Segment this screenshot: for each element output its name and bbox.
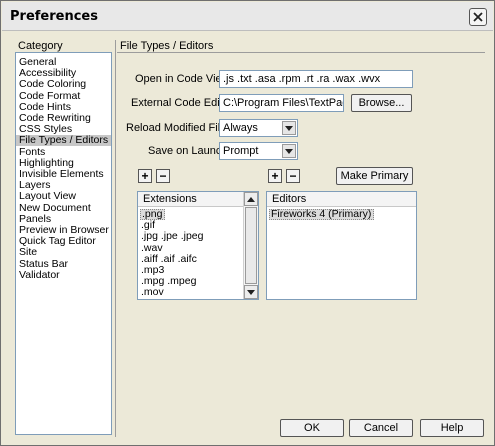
- category-item[interactable]: New Document: [16, 202, 111, 214]
- remove-extension-button[interactable]: −: [156, 169, 170, 183]
- reload-modified-files-select[interactable]: Always: [219, 119, 298, 137]
- category-item[interactable]: Fonts: [16, 146, 111, 158]
- category-item[interactable]: Code Coloring: [16, 79, 111, 90]
- help-button[interactable]: Help: [420, 419, 484, 437]
- chevron-down-icon: [247, 289, 255, 295]
- open-in-code-view-label: Open in Code View:: [135, 73, 233, 85]
- editor-item[interactable]: Fireworks 4 (Primary): [269, 209, 375, 220]
- category-item[interactable]: Layout View: [16, 191, 111, 202]
- extension-item[interactable]: .mov: [140, 287, 166, 298]
- scroll-down-button[interactable]: [244, 285, 258, 299]
- cancel-button[interactable]: Cancel: [349, 419, 413, 437]
- extension-item[interactable]: .wav: [140, 242, 165, 254]
- browse-button[interactable]: Browse...: [351, 94, 412, 112]
- remove-editor-button[interactable]: −: [286, 169, 300, 183]
- reload-modified-files-value: Always: [223, 122, 258, 134]
- add-editor-button[interactable]: +: [268, 169, 282, 183]
- save-on-launch-value: Prompt: [223, 145, 259, 157]
- external-code-editor-field[interactable]: C:\Program Files\TextPad 4\: [219, 94, 344, 112]
- scroll-thumb[interactable]: [245, 207, 257, 284]
- extensions-list[interactable]: Extensions .png .gif .jpg .jpe .jpeg .wav .a…: [137, 191, 259, 300]
- title-bar[interactable]: Preferences: [2, 2, 493, 31]
- extension-item[interactable]: .jpg .jpe .jpeg: [140, 231, 205, 242]
- window-title: Preferences: [10, 9, 98, 24]
- ok-button[interactable]: OK: [280, 419, 344, 437]
- category-list[interactable]: General Accessibility Code Coloring Code Fo…: [15, 52, 112, 435]
- chevron-down-icon[interactable]: [282, 121, 296, 135]
- close-button[interactable]: [469, 8, 487, 26]
- extensions-scrollbar[interactable]: [243, 192, 258, 299]
- category-item[interactable]: Code Format: [16, 90, 111, 102]
- extensions-header: Extensions: [138, 192, 258, 207]
- scroll-up-button[interactable]: [244, 192, 258, 206]
- close-icon: [473, 12, 483, 22]
- preferences-window: Preferences Category General Accessibilit…: [0, 0, 495, 446]
- category-item[interactable]: File Types / Editors: [16, 135, 111, 147]
- category-label: Category: [18, 40, 63, 52]
- chevron-up-icon: [247, 196, 255, 202]
- category-item[interactable]: Status Bar: [16, 258, 111, 270]
- make-primary-button[interactable]: Make Primary: [336, 167, 413, 185]
- open-in-code-view-field[interactable]: .js .txt .asa .rpm .rt .ra .wax .wvx: [219, 70, 413, 88]
- panel-title-rule: [117, 52, 485, 53]
- add-extension-button[interactable]: +: [138, 169, 152, 183]
- chevron-down-icon[interactable]: [282, 144, 296, 158]
- editors-header: Editors: [267, 192, 416, 207]
- panel-divider: [115, 40, 116, 437]
- category-item[interactable]: Site: [16, 247, 111, 258]
- save-on-launch-select[interactable]: Prompt: [219, 142, 298, 160]
- category-item[interactable]: Validator: [16, 269, 111, 281]
- editors-list[interactable]: Editors Fireworks 4 (Primary): [266, 191, 417, 300]
- panel-title: File Types / Editors: [120, 40, 214, 52]
